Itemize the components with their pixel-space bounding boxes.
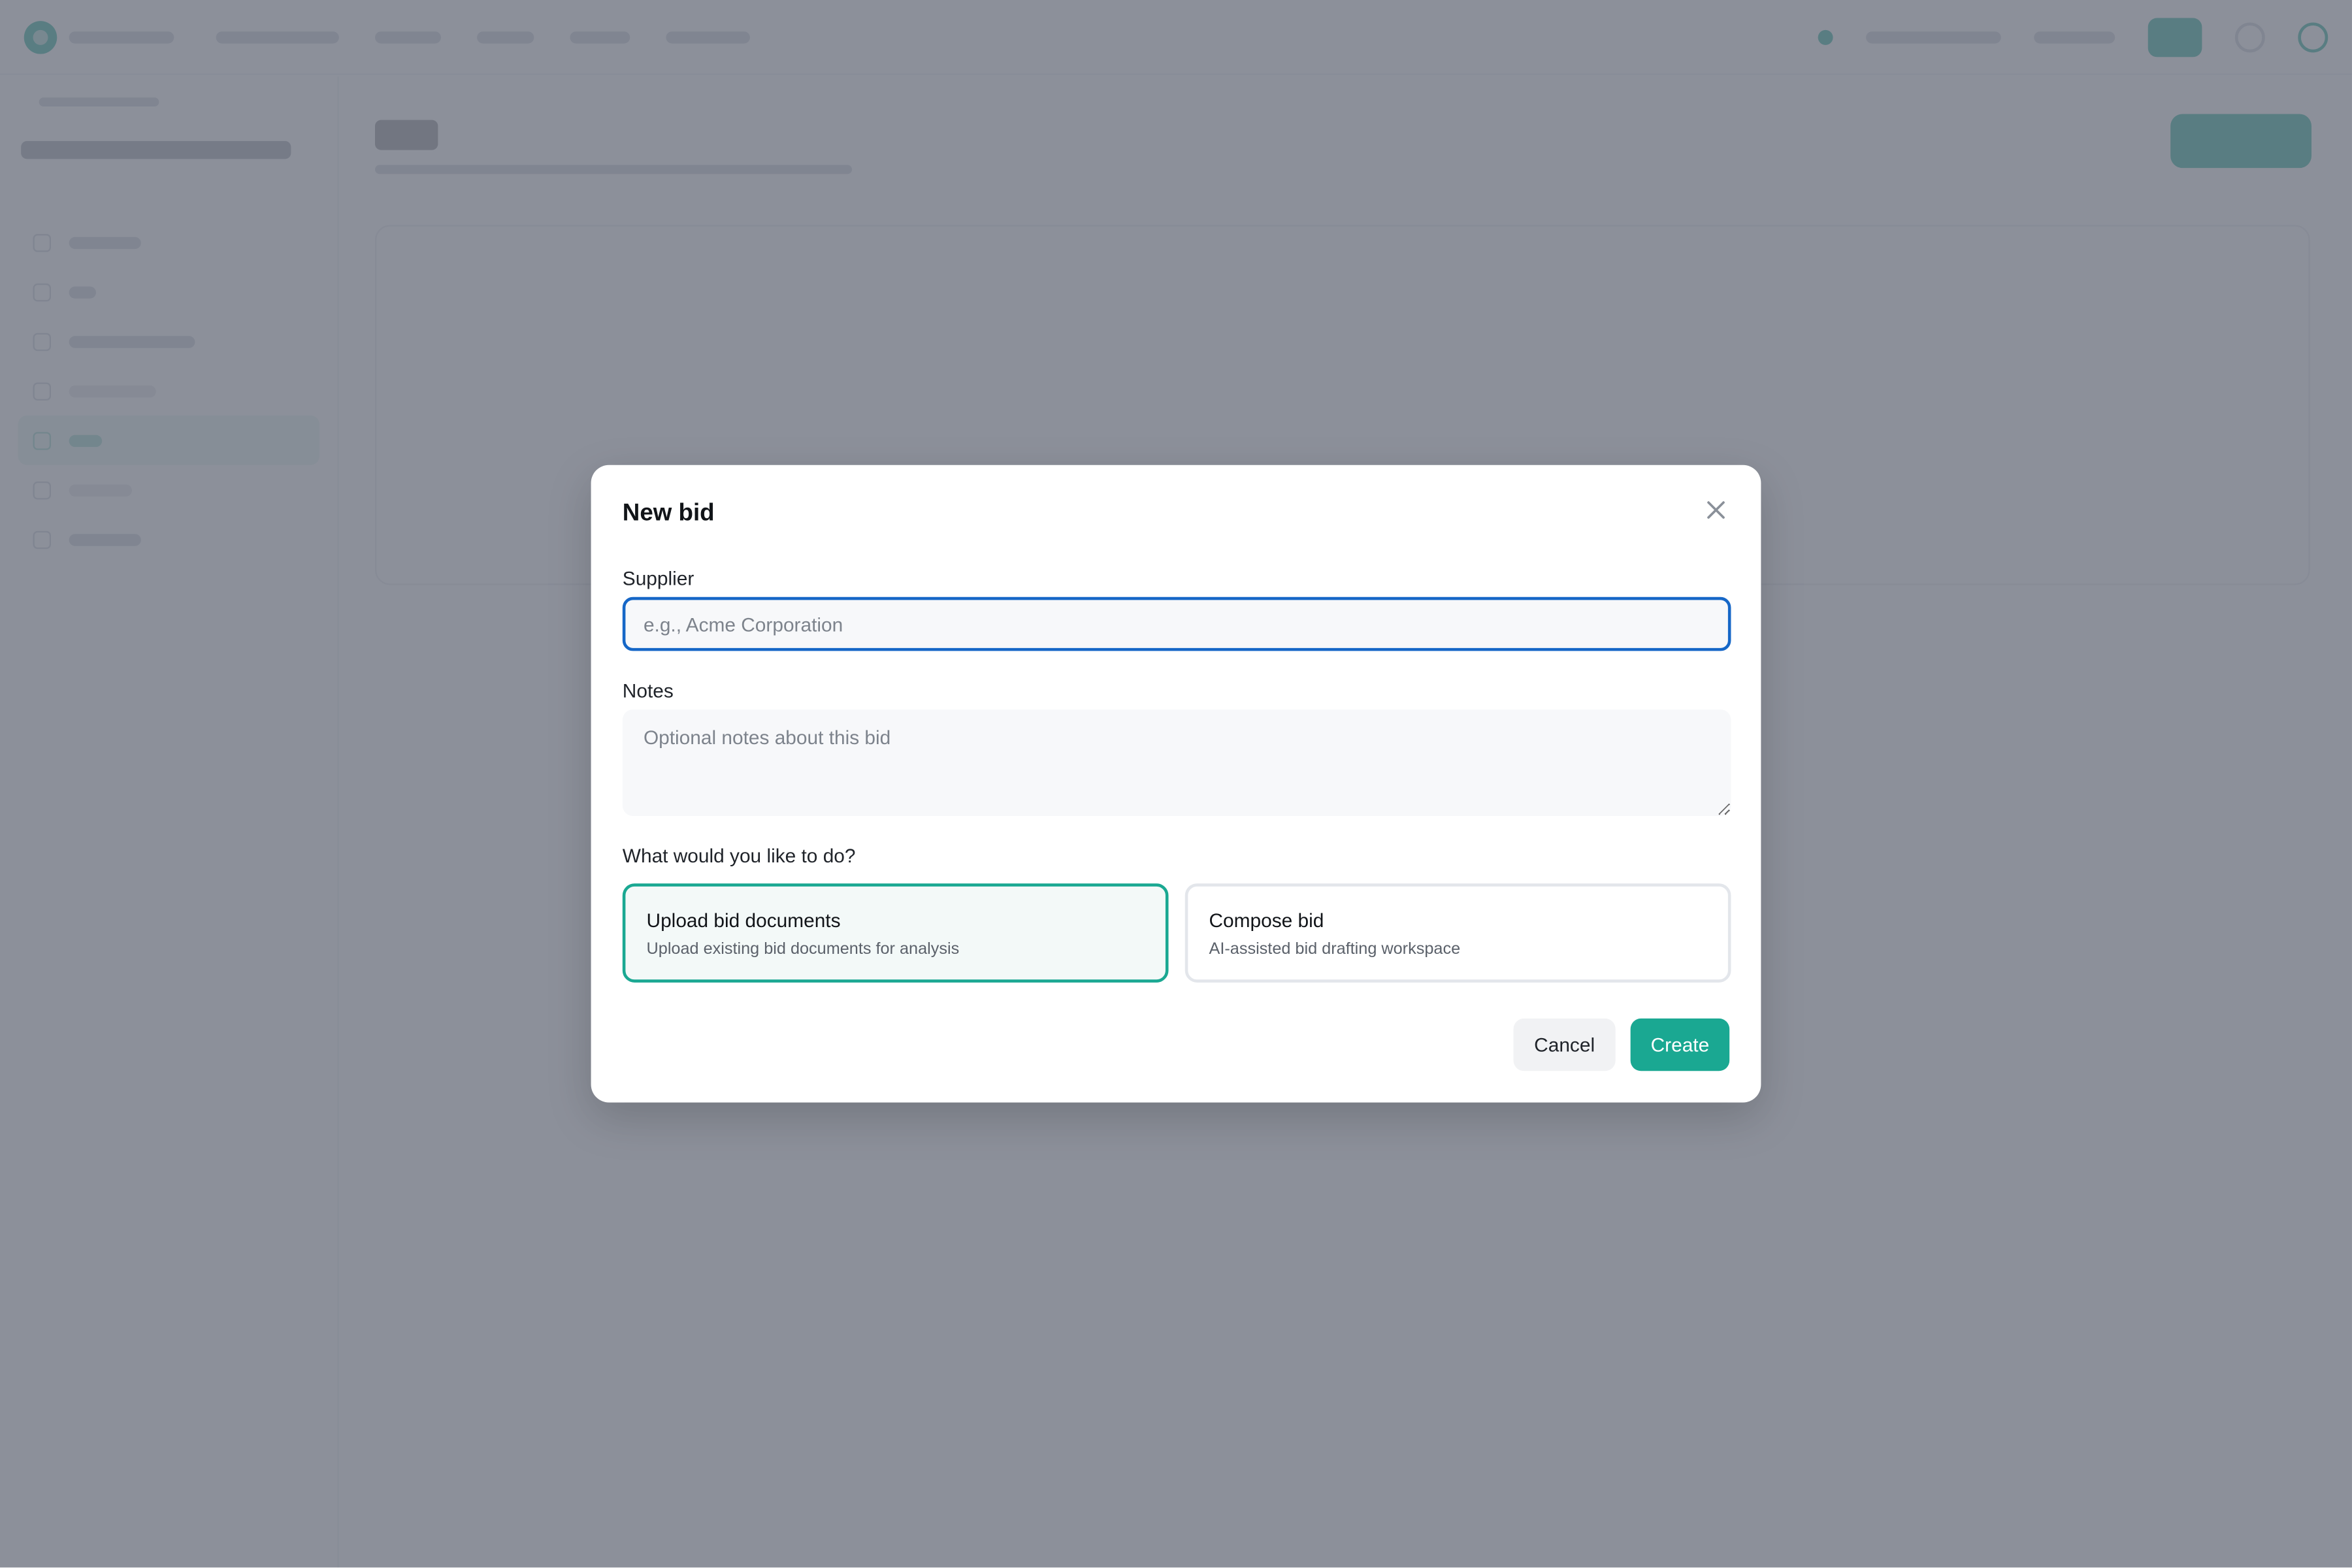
close-button[interactable] xyxy=(1704,498,1728,522)
supplier-label: Supplier xyxy=(622,566,694,590)
create-button[interactable]: Create xyxy=(1630,1018,1730,1071)
compose-bid-option[interactable]: Compose bid AI-assisted bid drafting wor… xyxy=(1184,883,1731,983)
close-icon xyxy=(1707,501,1725,519)
dialog-title: New bid xyxy=(622,500,715,527)
option-description: AI-assisted bid drafting workspace xyxy=(1209,940,1461,959)
action-question: What would you like to do? xyxy=(622,844,856,868)
option-title: Compose bid xyxy=(1209,909,1324,932)
notes-label: Notes xyxy=(622,679,674,702)
cancel-button[interactable]: Cancel xyxy=(1513,1018,1616,1071)
notes-textarea[interactable] xyxy=(622,709,1731,816)
supplier-input[interactable] xyxy=(622,596,1731,651)
option-description: Upload existing bid documents for analys… xyxy=(646,940,960,959)
new-bid-dialog: New bid Supplier Notes What would you li… xyxy=(591,465,1761,1103)
upload-bid-documents-option[interactable]: Upload bid documents Upload existing bid… xyxy=(622,883,1169,983)
option-title: Upload bid documents xyxy=(646,909,841,932)
